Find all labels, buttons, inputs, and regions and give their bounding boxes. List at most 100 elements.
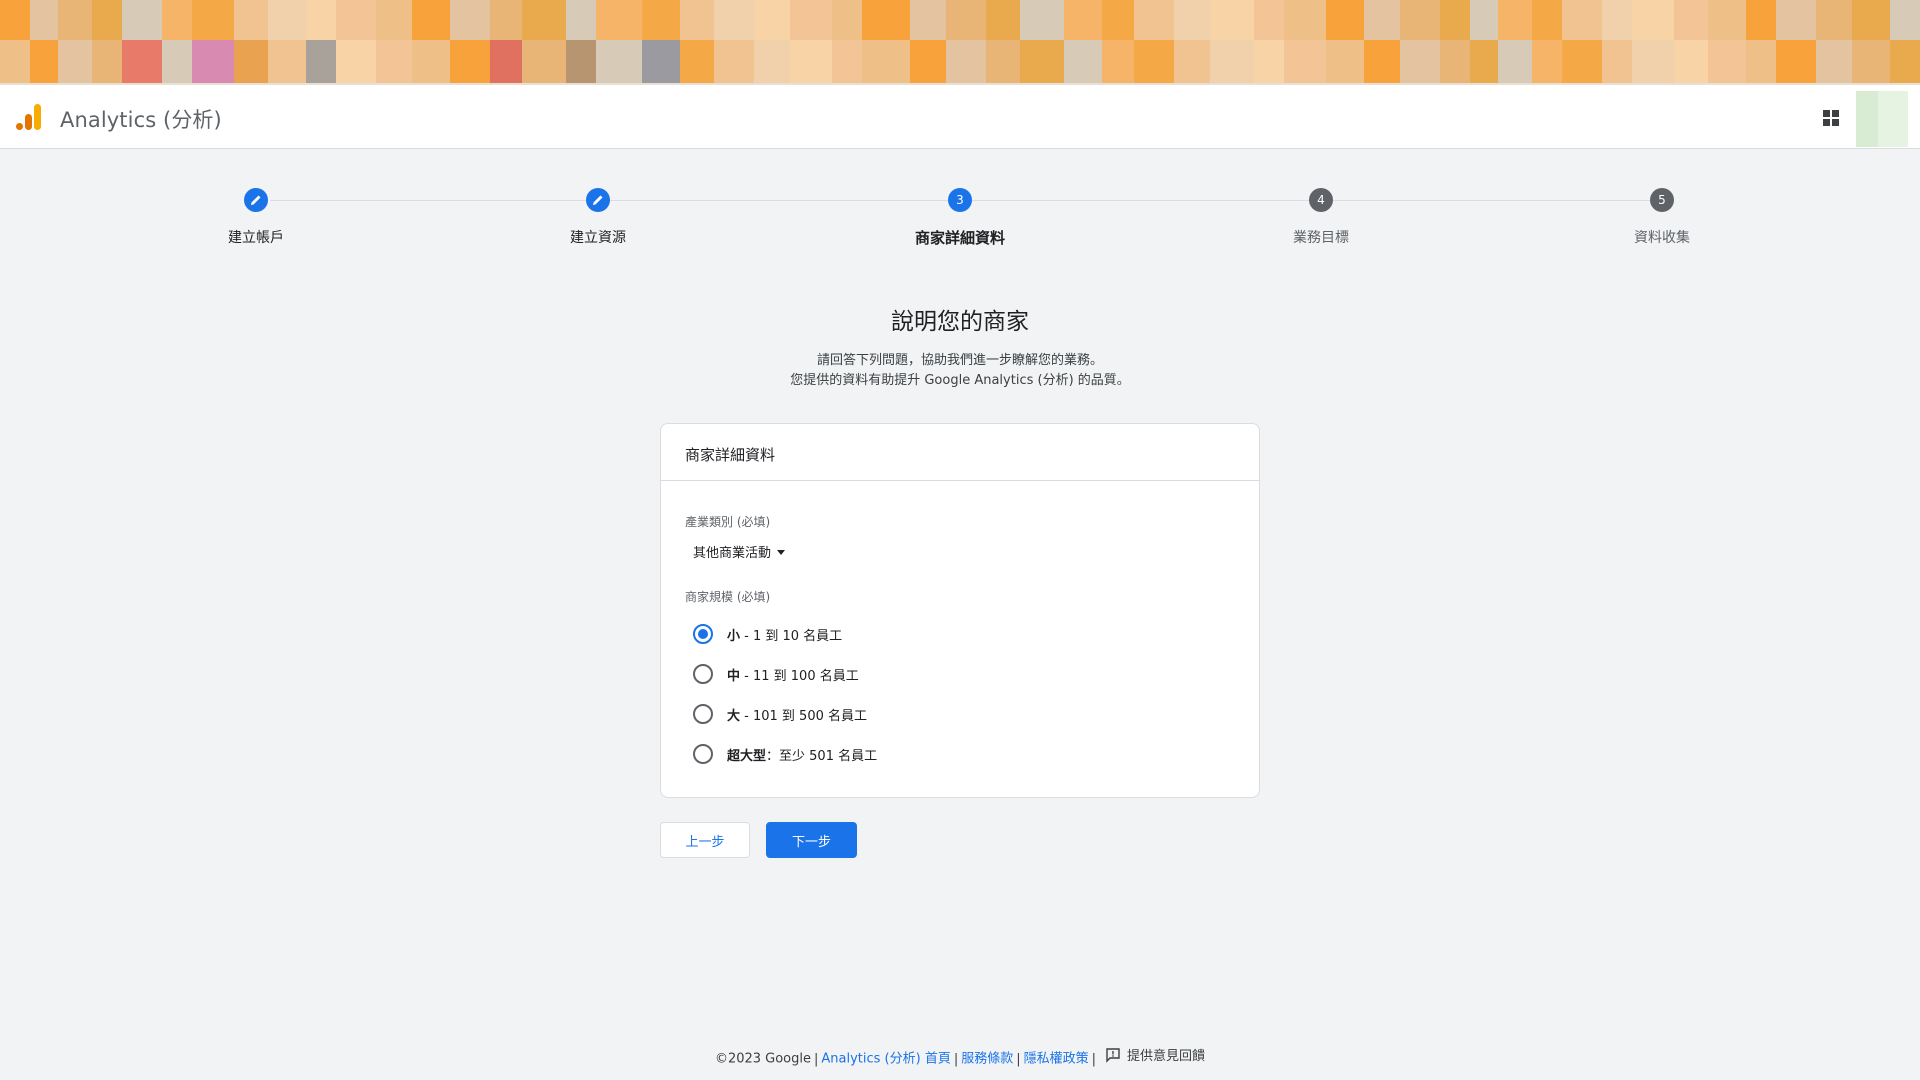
banner-tile [1102, 40, 1134, 83]
privacy-policy-link[interactable]: 隱私權政策 [1024, 1052, 1089, 1067]
banner-tile [1020, 40, 1064, 83]
banner-tile [162, 0, 192, 40]
banner-tile [714, 0, 754, 40]
industry-label: 產業類別 (必填) [685, 515, 771, 529]
next-button[interactable]: 下一步 [766, 822, 857, 858]
banner-tile [522, 0, 566, 40]
back-button[interactable]: 上一步 [660, 822, 750, 858]
banner-tile [680, 40, 714, 83]
banner-tile [1816, 0, 1852, 40]
banner-tile [1210, 0, 1254, 40]
step-done-circle [244, 188, 268, 212]
banner-tile [1674, 0, 1708, 40]
size-option-name: 中 [727, 668, 741, 684]
radio-button[interactable] [693, 664, 713, 684]
banner-tile [1064, 0, 1102, 40]
account-avatar[interactable] [1856, 91, 1908, 147]
step-create-account[interactable]: 建立帳戶 [156, 188, 356, 247]
banner-tile [1440, 0, 1470, 40]
banner-tile [1532, 40, 1562, 83]
banner-tile [450, 0, 490, 40]
step-number-circle: 4 [1309, 188, 1333, 212]
size-option-medium[interactable]: 中 - 11 到 100 名員工 [693, 664, 859, 684]
step-data-collection: 5 資料收集 [1562, 188, 1762, 247]
banner-tile [306, 40, 336, 83]
banner-tile [596, 0, 642, 40]
size-option-large[interactable]: 大 - 101 到 500 名員工 [693, 704, 867, 724]
size-option-name: 超大型 [727, 748, 767, 764]
radio-button-checked[interactable] [693, 624, 713, 644]
step-create-property[interactable]: 建立資源 [498, 188, 698, 247]
banner-tile [1174, 40, 1210, 83]
banner-tile [1254, 40, 1284, 83]
banner-tile [1776, 40, 1816, 83]
banner-tile [1852, 0, 1890, 40]
banner-tile [1562, 0, 1602, 40]
size-option-name: 小 [727, 628, 741, 644]
banner-tile [92, 40, 122, 83]
banner-tile [1498, 0, 1532, 40]
banner-tile [336, 0, 376, 40]
banner-tile [1852, 40, 1890, 83]
industry-select[interactable]: 其他商業活動 [693, 542, 786, 561]
banner-tile [122, 40, 162, 83]
banner-tile [1174, 0, 1210, 40]
terms-of-service-link[interactable]: 服務條款 [961, 1052, 1013, 1067]
pencil-icon [251, 195, 261, 205]
banner-tile [1326, 40, 1364, 83]
banner-tile [1632, 40, 1674, 83]
page-title: 說明您的商家 [891, 309, 1029, 335]
banner-tile [376, 40, 412, 83]
banner-tile [832, 40, 862, 83]
banner-tile [1532, 0, 1562, 40]
size-option-label: 超大型：至少 501 名員工 [727, 745, 877, 764]
size-option-label: 中 - 11 到 100 名員工 [727, 665, 859, 684]
banner-tile [910, 40, 946, 83]
banner-tile [596, 40, 642, 83]
banner-tile [790, 0, 832, 40]
footer-separator: | [953, 1051, 959, 1067]
banner-tile [642, 0, 680, 40]
radio-button[interactable] [693, 744, 713, 764]
step-done-circle [586, 188, 610, 212]
banner-tile [412, 0, 450, 40]
analytics-home-link[interactable]: Analytics (分析) 首頁 [821, 1052, 950, 1067]
banner-tile [1020, 0, 1064, 40]
banner-tile [1708, 0, 1746, 40]
banner-tile [946, 0, 986, 40]
app-title: Analytics (分析) [60, 108, 222, 132]
size-option-range: - 1 到 10 名員工 [740, 628, 843, 644]
pencil-icon [593, 195, 603, 205]
banner-tile [162, 40, 192, 83]
description-line-2: 您提供的資料有助提升 Google Analytics (分析) 的品質。 [790, 373, 1130, 388]
business-size-label: 商家規模 (必填) [685, 590, 771, 604]
banner-tile [1562, 40, 1602, 83]
banner-tile [490, 0, 522, 40]
business-details-card: 商家詳細資料 產業類別 (必填) 其他商業活動 商家規模 (必填) 小 - 1 … [660, 423, 1260, 798]
analytics-logo-icon[interactable] [14, 102, 44, 132]
size-option-label: 大 - 101 到 500 名員工 [727, 705, 867, 724]
dropdown-arrow-icon [777, 549, 786, 555]
banner-tile [306, 0, 336, 40]
banner-tile [642, 40, 680, 83]
footer-separator: | [814, 1051, 819, 1067]
apps-grid-icon[interactable] [1818, 105, 1844, 131]
banner-tile [0, 40, 30, 83]
banner-tile [522, 40, 566, 83]
step-label: 建立資源 [570, 230, 626, 246]
step-label: 業務目標 [1293, 230, 1349, 246]
banner-tile [1632, 0, 1674, 40]
size-option-xlarge[interactable]: 超大型：至少 501 名員工 [693, 744, 877, 764]
banner-tile [1102, 0, 1134, 40]
banner-tile [1602, 0, 1632, 40]
send-feedback-button[interactable]: 提供意見回饋 [1105, 1045, 1205, 1064]
step-business-details: 3 商家詳細資料 [860, 188, 1060, 248]
banner-tile [0, 0, 30, 40]
copyright-text: ©2023 Google [714, 1051, 811, 1067]
radio-button[interactable] [693, 704, 713, 724]
banner-tile [58, 0, 92, 40]
size-option-small[interactable]: 小 - 1 到 10 名員工 [693, 624, 842, 644]
banner-tile [412, 40, 450, 83]
banner-tile [234, 0, 268, 40]
banner-tile [1498, 40, 1532, 83]
